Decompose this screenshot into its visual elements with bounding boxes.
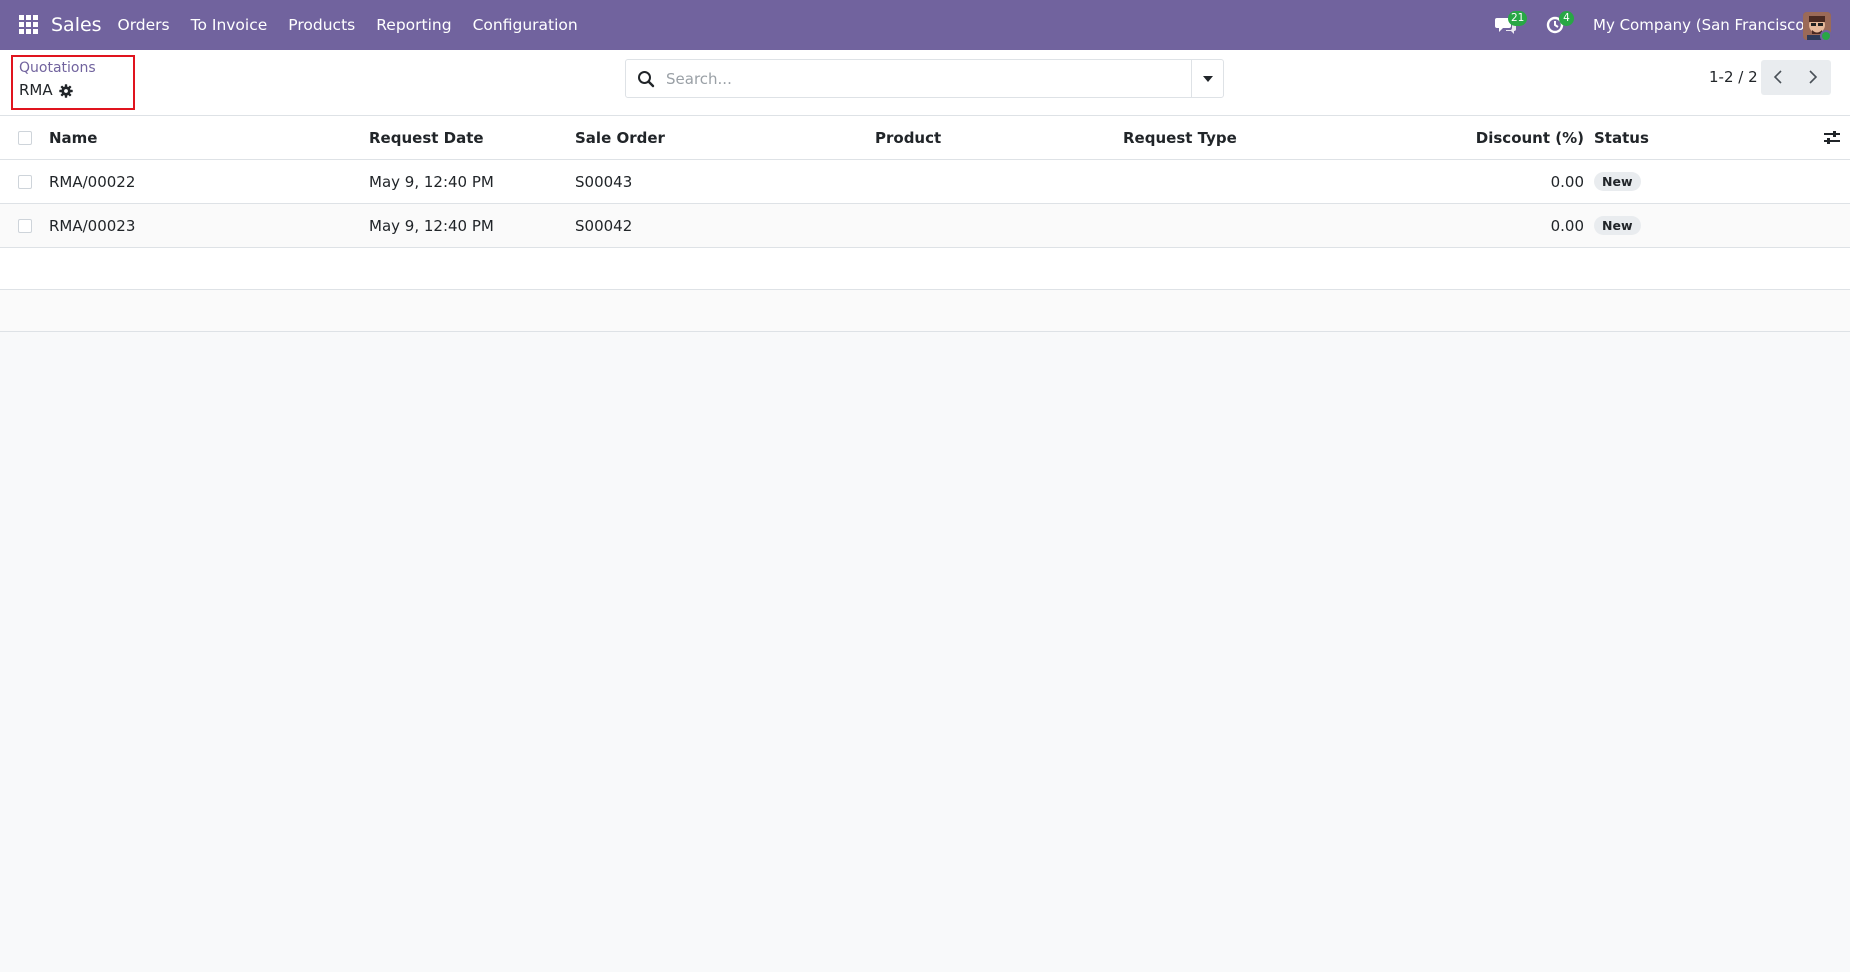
top-navbar: Sales Orders To Invoice Products Reporti… (0, 0, 1850, 50)
column-header-discount[interactable]: Discount (%) (1476, 116, 1584, 160)
empty-row (0, 248, 1850, 290)
gear-icon[interactable] (59, 83, 73, 98)
cell-request-date: May 9, 12:40 PM (369, 217, 494, 235)
menu-item-reporting[interactable]: Reporting (366, 0, 462, 50)
cell-sale-order: S00042 (575, 217, 633, 235)
column-header-name[interactable]: Name (49, 116, 97, 160)
pager-previous-button[interactable] (1761, 60, 1796, 95)
menu-item-products[interactable]: Products (278, 0, 366, 50)
app-name[interactable]: Sales (51, 0, 102, 50)
search-options-toggle[interactable] (1191, 60, 1223, 97)
column-header-request-type[interactable]: Request Type (1123, 116, 1237, 160)
chevron-left-icon (1773, 70, 1782, 84)
optional-columns-icon[interactable] (1823, 129, 1841, 147)
pager-next-button[interactable] (1796, 60, 1831, 95)
status-badge: New (1594, 216, 1641, 235)
company-switcher[interactable]: My Company (San Francisco) (1593, 0, 1810, 50)
cell-request-date: May 9, 12:40 PM (369, 173, 494, 191)
chevron-right-icon (1809, 70, 1818, 84)
messages-icon[interactable]: 21 (1495, 11, 1528, 36)
menu-item-to-invoice[interactable]: To Invoice (180, 0, 278, 50)
search-input[interactable] (666, 60, 1176, 97)
activities-count-badge: 4 (1559, 11, 1574, 26)
search-bar (625, 59, 1224, 98)
empty-row (0, 290, 1850, 332)
table-header: Name Request Date Sale Order Product Req… (0, 116, 1850, 160)
row-checkbox[interactable] (18, 219, 32, 233)
column-header-status[interactable]: Status (1594, 116, 1649, 160)
column-header-sale-order[interactable]: Sale Order (575, 116, 665, 160)
table-row[interactable]: RMA/00022 May 9, 12:40 PM S00043 0.00 Ne… (0, 160, 1850, 204)
cell-discount: 0.00 (1550, 217, 1584, 235)
rma-list: Name Request Date Sale Order Product Req… (0, 116, 1850, 332)
column-header-product[interactable]: Product (875, 116, 941, 160)
app-grid-icon[interactable] (19, 15, 39, 35)
caret-down-icon (1203, 76, 1213, 82)
search-icon (637, 70, 655, 88)
activities-icon[interactable]: 4 (1545, 11, 1574, 36)
menu-item-configuration[interactable]: Configuration (462, 0, 588, 50)
row-checkbox[interactable] (18, 175, 32, 189)
messages-count-badge: 21 (1508, 11, 1528, 26)
breadcrumb-quotations-link[interactable]: Quotations (19, 60, 96, 76)
cell-name: RMA/00022 (49, 173, 136, 191)
pager-value[interactable]: 1-2 / 2 (1709, 68, 1758, 86)
main-menu: Orders To Invoice Products Reporting Con… (107, 0, 588, 50)
cell-discount: 0.00 (1550, 173, 1584, 191)
status-badge: New (1594, 172, 1641, 191)
breadcrumb: Quotations RMA (11, 55, 135, 110)
menu-item-orders[interactable]: Orders (107, 0, 180, 50)
column-header-request-date[interactable]: Request Date (369, 116, 484, 160)
online-status-indicator (1820, 30, 1832, 42)
table-row[interactable]: RMA/00023 May 9, 12:40 PM S00042 0.00 Ne… (0, 204, 1850, 248)
select-all-checkbox[interactable] (18, 131, 32, 145)
breadcrumb-current: RMA (19, 81, 53, 99)
control-panel: Quotations RMA Search... 1-2 / 2 (0, 50, 1850, 116)
cell-name: RMA/00023 (49, 217, 136, 235)
cell-sale-order: S00043 (575, 173, 633, 191)
